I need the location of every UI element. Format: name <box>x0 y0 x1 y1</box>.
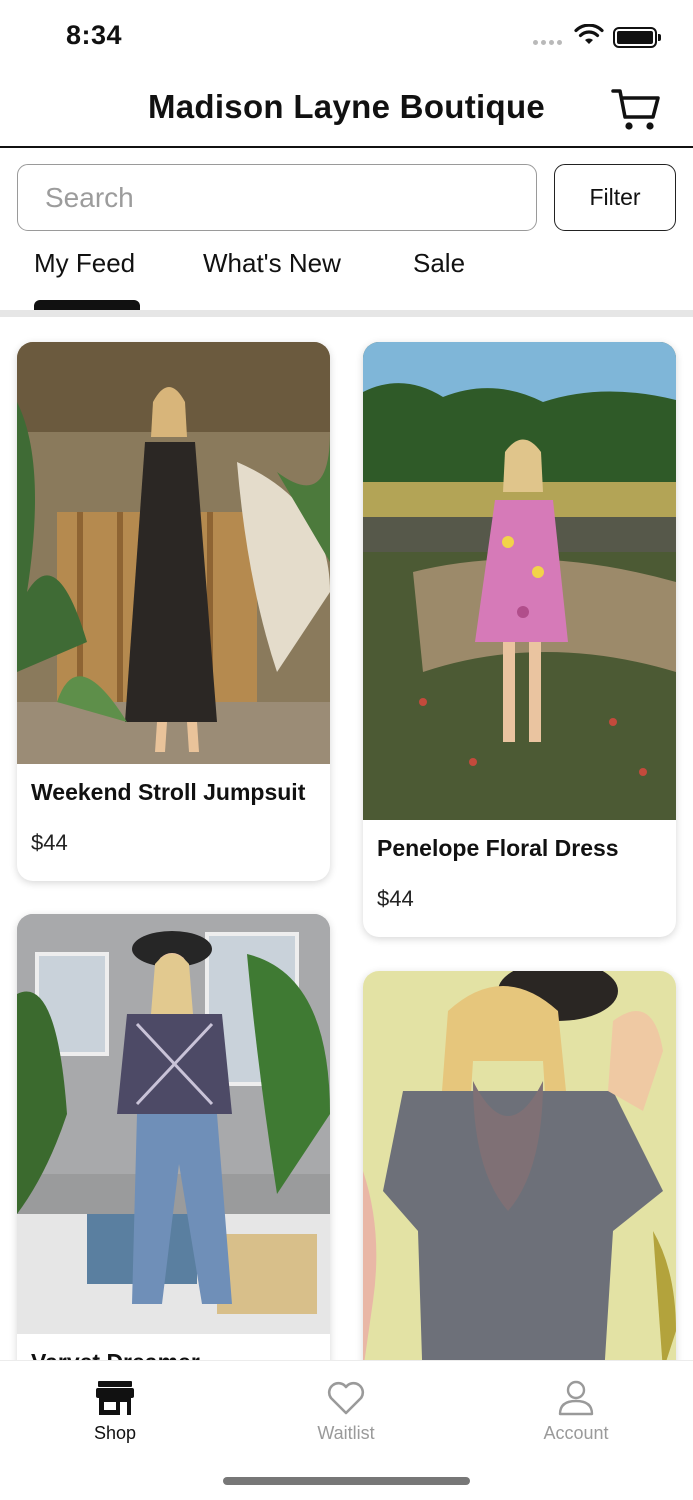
tab-selected-indicator <box>34 300 140 310</box>
product-image <box>17 914 330 1334</box>
nav-label: Shop <box>93 1423 137 1443</box>
storefront-icon <box>96 1381 134 1415</box>
nav-label: Waitlist <box>317 1423 375 1443</box>
nav-account[interactable]: Account <box>516 1379 636 1444</box>
feed-tabs: My Feed What's New Sale <box>0 248 693 318</box>
product-name: Penelope Floral Dress <box>377 835 619 861</box>
status-time: 8:34 <box>66 20 123 50</box>
person-icon <box>558 1380 594 1416</box>
product-price: $44 <box>31 830 68 855</box>
tabs-divider <box>0 310 693 317</box>
app-header: Madison Layne Boutique <box>0 72 693 148</box>
product-card[interactable]: Penelope Floral Dress $44 <box>363 342 676 937</box>
product-card[interactable]: Weekend Stroll Jumpsuit $44 <box>17 342 330 881</box>
heart-icon <box>327 1381 365 1415</box>
page-title: Madison Layne Boutique <box>147 88 546 125</box>
nav-waitlist[interactable]: Waitlist <box>286 1379 406 1444</box>
bottom-nav: Shop Waitlist Account <box>0 1360 693 1500</box>
status-bar: 8:34 <box>0 0 693 72</box>
home-indicator <box>223 1477 470 1485</box>
tab-sale[interactable]: Sale <box>413 248 465 279</box>
product-name: Weekend Stroll Jumpsuit <box>31 779 306 805</box>
battery-icon <box>613 27 661 48</box>
nav-shop[interactable]: Shop <box>55 1379 175 1444</box>
tab-whats-new[interactable]: What's New <box>203 248 341 279</box>
product-price: $44 <box>377 886 414 911</box>
filter-button[interactable]: Filter <box>554 164 676 231</box>
cellular-signal-icon <box>533 40 562 45</box>
cart-button[interactable] <box>610 86 662 134</box>
product-image <box>363 342 676 820</box>
nav-label: Account <box>543 1423 609 1443</box>
search-input[interactable] <box>17 164 537 231</box>
wifi-icon <box>574 24 604 44</box>
cart-icon <box>611 89 660 130</box>
product-image <box>17 342 330 764</box>
tab-my-feed[interactable]: My Feed <box>34 248 135 279</box>
